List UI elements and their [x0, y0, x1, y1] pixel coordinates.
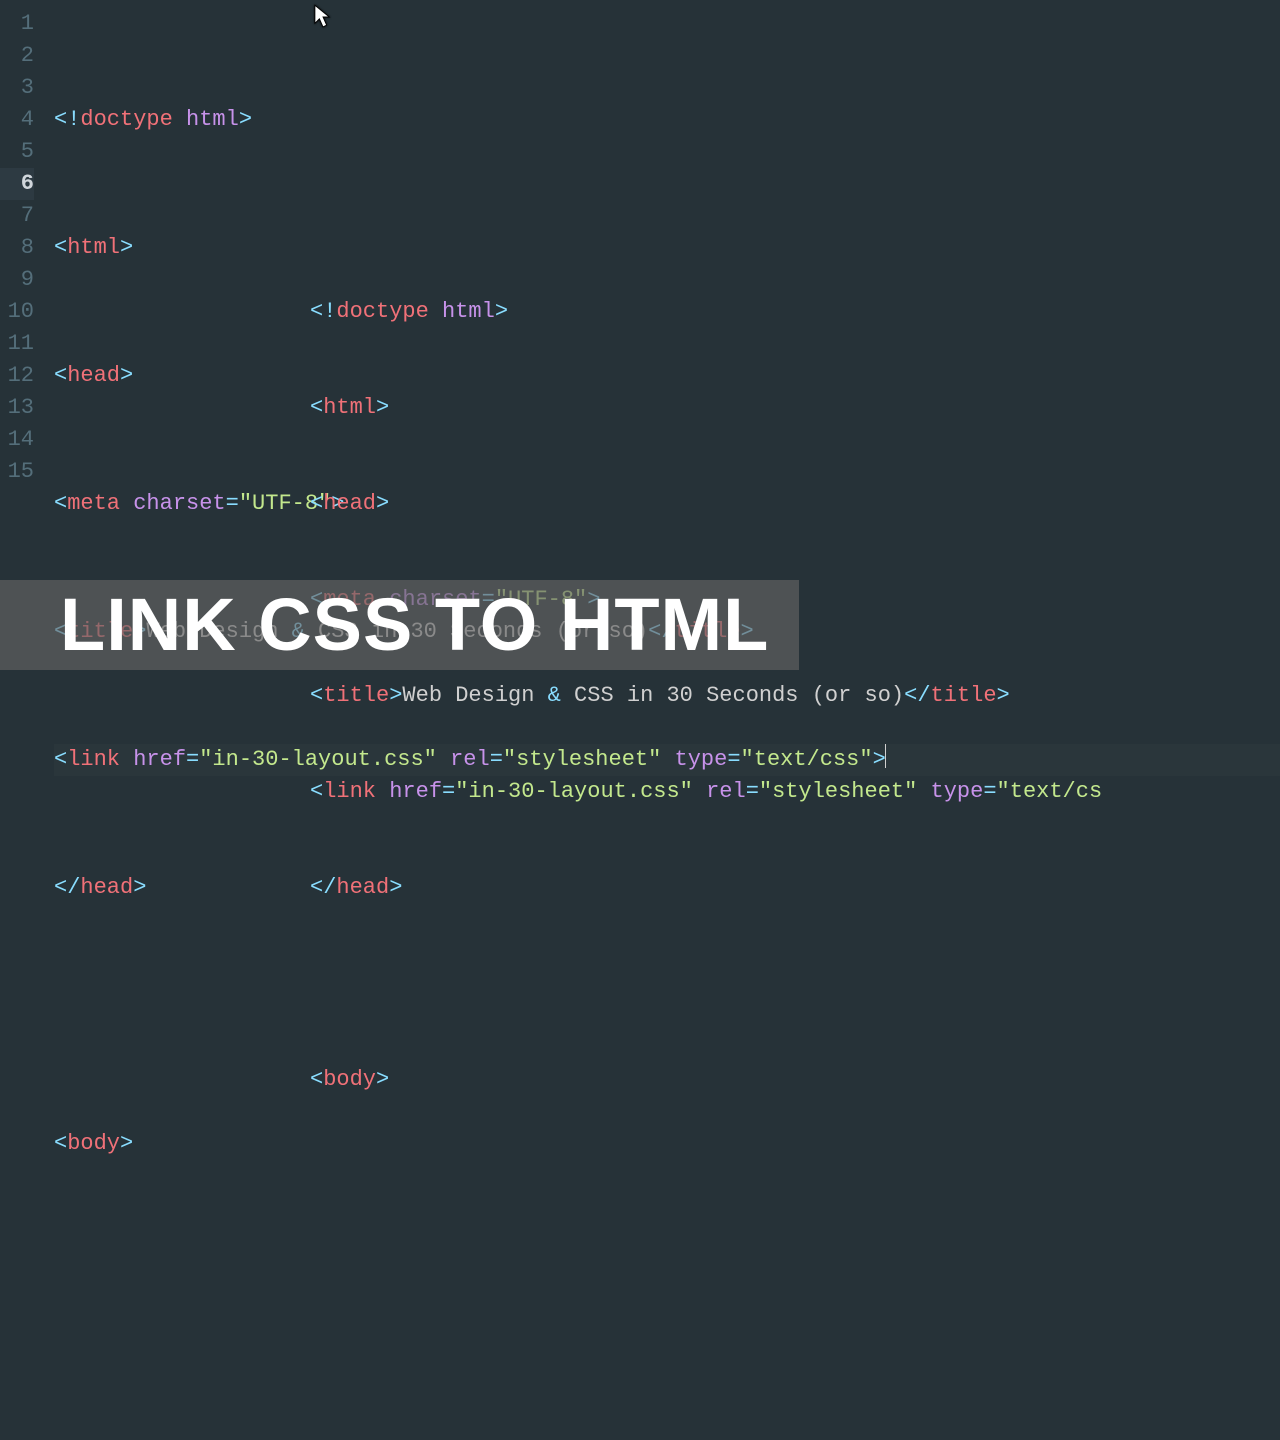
code-line: <title>Web Design & CSS in 30 Seconds (o…: [310, 680, 1280, 712]
code-line: [310, 1160, 1280, 1192]
code-line: [310, 1256, 1280, 1288]
line-number: 7: [0, 200, 34, 232]
line-number: 4: [0, 104, 34, 136]
code-line: <head>: [310, 488, 1280, 520]
code-line: </head>: [310, 872, 1280, 904]
line-number: 12: [0, 360, 34, 392]
line-number: 10: [0, 296, 34, 328]
line-number: 13: [0, 392, 34, 424]
line-number-active: 6: [0, 168, 34, 200]
title-banner: LINK CSS TO HTML: [0, 580, 799, 670]
mouse-cursor-icon: [314, 4, 332, 30]
line-number: 2: [0, 40, 34, 72]
line-number: 5: [0, 136, 34, 168]
line-number: 1: [0, 8, 34, 40]
code-line: <link href="in-30-layout.css" rel="style…: [310, 776, 1280, 808]
overlay-code-panel: <!doctype html> <html> <head> <meta char…: [310, 232, 1280, 1440]
code-line: <html>: [310, 392, 1280, 424]
code-line: [310, 1352, 1280, 1384]
line-number: 15: [0, 456, 34, 488]
line-number: 3: [0, 72, 34, 104]
code-line[interactable]: <!doctype html>: [54, 104, 1280, 136]
line-number: 14: [0, 424, 34, 456]
line-number: 9: [0, 264, 34, 296]
line-number: 11: [0, 328, 34, 360]
banner-title: LINK CSS TO HTML: [60, 588, 769, 662]
line-number: 8: [0, 232, 34, 264]
code-line: <body>: [310, 1064, 1280, 1096]
code-line: [310, 968, 1280, 1000]
code-line: <!doctype html>: [310, 296, 1280, 328]
